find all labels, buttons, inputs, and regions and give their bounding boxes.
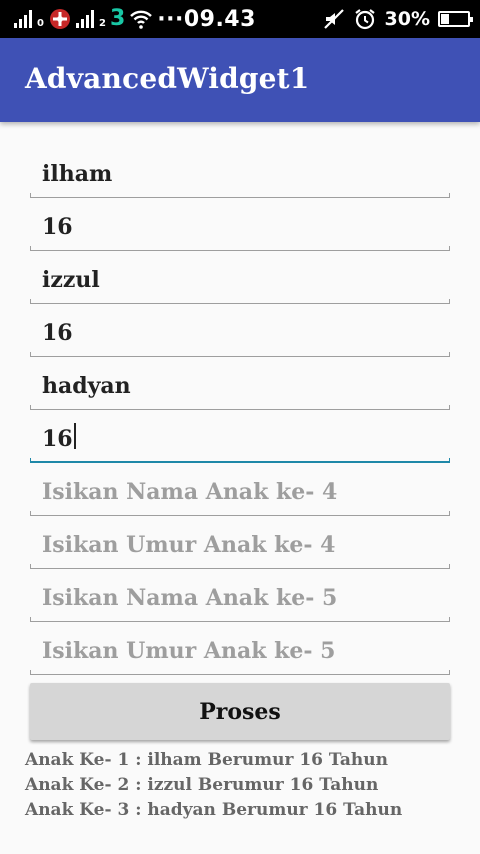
child5-age-field[interactable] [30, 622, 450, 675]
child4-age-field[interactable] [30, 516, 450, 569]
child2-age-field[interactable] [30, 304, 450, 357]
network-label: 3 [109, 6, 126, 31]
status-time: ···09.43 [157, 6, 256, 32]
wifi-icon [130, 10, 153, 29]
child1-age-input[interactable] [30, 198, 450, 250]
child4-name-input[interactable] [30, 463, 450, 515]
sim1-number: 0 [37, 17, 44, 29]
status-bar: 0 2 3 ···09.43 30% [0, 0, 480, 38]
battery-icon [438, 11, 473, 27]
child5-name-field[interactable] [30, 569, 450, 622]
sim-icon [49, 9, 70, 29]
app-title: AdvancedWidget1 [25, 62, 310, 95]
status-right: 30% [323, 0, 473, 38]
result-line-2: Anak Ke- 2 : izzul Berumur 16 Tahun [25, 775, 379, 795]
alarm-icon [354, 9, 375, 30]
child1-name-input[interactable] [30, 145, 450, 197]
text-cursor [73, 423, 76, 449]
results-list: Anak Ke- 1 : ilham Berumur 16 Tahun Anak… [25, 748, 402, 823]
child-form [30, 145, 450, 675]
child4-age-input[interactable] [30, 516, 450, 568]
child1-age-field[interactable] [30, 198, 450, 251]
child5-age-input[interactable] [30, 622, 450, 674]
child2-name-input[interactable] [30, 251, 450, 303]
child2-name-field[interactable] [30, 251, 450, 304]
status-left: 0 2 3 ···09.43 [14, 0, 256, 38]
app-bar: AdvancedWidget1 [0, 38, 480, 122]
result-line-3: Anak Ke- 3 : hadyan Berumur 16 Tahun [25, 800, 403, 820]
signal-icon [14, 10, 32, 28]
battery-percent: 30% [384, 8, 430, 30]
mute-icon [323, 9, 344, 29]
child3-name-field[interactable] [30, 357, 450, 410]
child5-name-input[interactable] [30, 569, 450, 621]
battery-fill [441, 14, 450, 24]
child3-age-field[interactable] [30, 410, 450, 463]
child4-name-field[interactable] [30, 463, 450, 516]
child3-age-input[interactable] [30, 410, 450, 462]
signal-2-icon [75, 10, 94, 28]
process-button[interactable]: Proses [30, 683, 450, 740]
result-line-1: Anak Ke- 1 : ilham Berumur 16 Tahun [25, 750, 389, 770]
child2-age-input[interactable] [30, 304, 450, 356]
sim2-number: 2 [98, 17, 106, 29]
child3-name-input[interactable] [30, 357, 450, 409]
child1-name-field[interactable] [30, 145, 450, 198]
